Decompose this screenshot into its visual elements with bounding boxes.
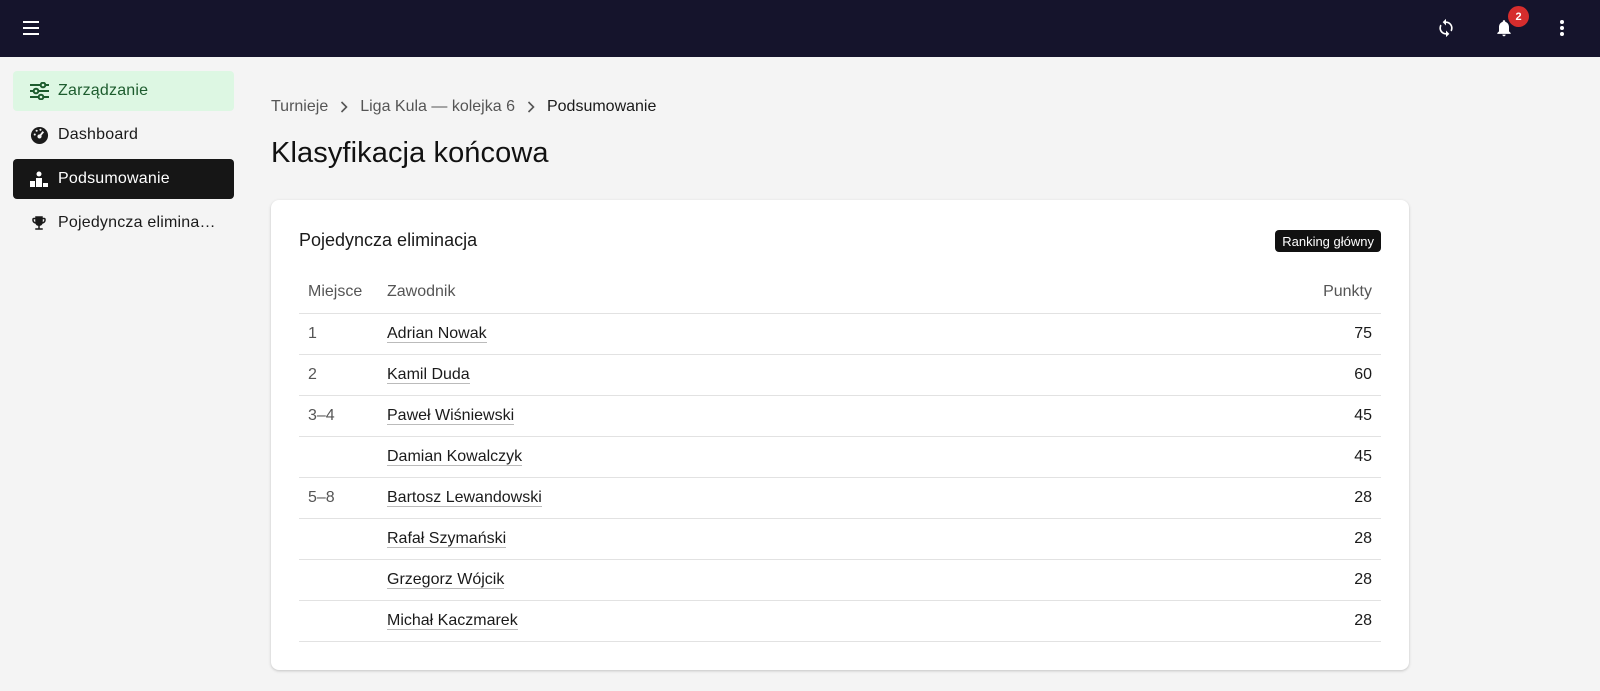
more-vert-icon[interactable] — [1550, 16, 1574, 40]
player-link[interactable]: Adrian Nowak — [387, 324, 487, 343]
table-row: 1 Adrian Nowak 75 — [299, 313, 1381, 355]
sidebar-item-label: Pojedyncza eliminacja — [58, 214, 218, 231]
player-link[interactable]: Kamil Duda — [387, 365, 470, 384]
points-cell: 28 — [1100, 559, 1381, 601]
breadcrumb-tournaments[interactable]: Turnieje — [271, 98, 328, 116]
sidebar-item-single-elimination[interactable]: Pojedyncza eliminacja — [13, 203, 234, 243]
chevron-right-icon — [527, 101, 535, 113]
sidebar-item-label: Zarządzanie — [58, 82, 149, 99]
trophy-icon — [29, 213, 49, 233]
breadcrumb-league[interactable]: Liga Kula — kolejka 6 — [360, 98, 515, 116]
points-cell: 28 — [1100, 477, 1381, 519]
points-cell: 45 — [1100, 436, 1381, 478]
player-link[interactable]: Damian Kowalczyk — [387, 447, 523, 466]
player-link[interactable]: Paweł Wiśniewski — [387, 406, 515, 425]
breadcrumb-current: Podsumowanie — [546, 98, 657, 115]
player-link[interactable]: Rafał Szymański — [387, 529, 507, 548]
points-cell: 28 — [1100, 600, 1381, 642]
dashboard-icon — [29, 125, 49, 145]
ranking-table: Miejsce Zawodnik Punkty 1 Adrian Nowak 7… — [299, 271, 1381, 642]
table-row: Rafał Szymański 28 — [299, 518, 1381, 560]
breadcrumb: Turnieje Liga Kula — kolejka 6 Podsumowa… — [271, 98, 656, 116]
table-row: Damian Kowalczyk 45 — [299, 436, 1381, 478]
card-title: Pojedyncza eliminacja — [299, 230, 478, 250]
menu-icon[interactable] — [20, 16, 44, 40]
sidebar-item-label: Podsumowanie — [58, 170, 170, 187]
notification-badge: 2 — [1508, 6, 1529, 27]
place-cell — [299, 436, 378, 478]
sidebar-item-dashboard[interactable]: Dashboard — [13, 115, 234, 155]
sidebar-item-label: Dashboard — [58, 126, 139, 143]
ranking-card: Pojedyncza eliminacja Ranking główny Mie… — [271, 200, 1409, 670]
place-cell — [299, 518, 378, 560]
table-row: Grzegorz Wójcik 28 — [299, 559, 1381, 601]
player-link[interactable]: Grzegorz Wójcik — [387, 570, 505, 589]
player-cell: Adrian Nowak — [378, 313, 1101, 355]
refresh-icon[interactable] — [1434, 16, 1458, 40]
player-cell: Michał Kaczmarek — [378, 600, 1101, 642]
table-row: 5–8 Bartosz Lewandowski 28 — [299, 477, 1381, 519]
points-cell: 28 — [1100, 518, 1381, 560]
sliders-icon — [29, 81, 49, 101]
chevron-right-icon — [340, 101, 348, 113]
place-cell — [299, 600, 378, 642]
column-header-place: Miejsce — [299, 271, 378, 314]
points-cell: 75 — [1100, 313, 1381, 355]
player-link[interactable]: Michał Kaczmarek — [387, 611, 518, 630]
sidebar: Zarządzanie Dashboard Podsumowanie Pojed… — [13, 71, 234, 247]
player-cell: Rafał Szymański — [378, 518, 1101, 560]
column-header-player: Zawodnik — [378, 271, 1101, 314]
player-cell: Grzegorz Wójcik — [378, 559, 1101, 601]
table-row: 2 Kamil Duda 60 — [299, 354, 1381, 396]
place-cell: 3–4 — [299, 395, 378, 437]
place-cell: 5–8 — [299, 477, 378, 519]
table-header-row: Miejsce Zawodnik Punkty — [299, 271, 1381, 314]
player-cell: Damian Kowalczyk — [378, 436, 1101, 478]
top-app-bar: 2 — [0, 0, 1600, 57]
place-cell: 2 — [299, 354, 378, 396]
player-cell: Bartosz Lewandowski — [378, 477, 1101, 519]
player-cell: Kamil Duda — [378, 354, 1101, 396]
page-title: Klasyfikacja końcowa — [271, 137, 549, 169]
place-cell — [299, 559, 378, 601]
player-cell: Paweł Wiśniewski — [378, 395, 1101, 437]
points-cell: 45 — [1100, 395, 1381, 437]
table-row: Michał Kaczmarek 28 — [299, 600, 1381, 642]
table-row: 3–4 Paweł Wiśniewski 45 — [299, 395, 1381, 437]
points-cell: 60 — [1100, 354, 1381, 396]
ranking-badge: Ranking główny — [1275, 230, 1381, 252]
sidebar-item-management[interactable]: Zarządzanie — [13, 71, 234, 111]
sidebar-item-summary[interactable]: Podsumowanie — [13, 159, 234, 199]
column-header-points: Punkty — [1100, 271, 1381, 314]
place-cell: 1 — [299, 313, 378, 355]
player-link[interactable]: Bartosz Lewandowski — [387, 488, 542, 507]
podium-icon — [29, 169, 49, 189]
